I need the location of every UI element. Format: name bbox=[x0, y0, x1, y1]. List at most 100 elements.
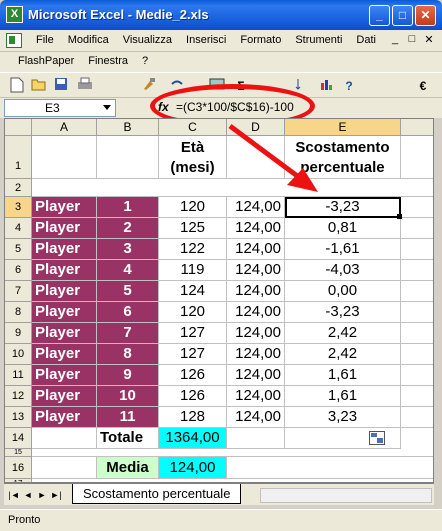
maximize-button[interactable]: □ bbox=[392, 5, 413, 26]
cell-a16[interactable] bbox=[32, 457, 97, 479]
player-name-cell[interactable]: Player bbox=[32, 281, 97, 302]
player-number-cell[interactable]: 5 bbox=[97, 281, 159, 302]
menu-help[interactable]: ? bbox=[142, 55, 148, 67]
player-number-cell[interactable]: 11 bbox=[97, 407, 159, 428]
player-name-cell[interactable]: Player bbox=[32, 365, 97, 386]
media-cell[interactable]: 124,00 bbox=[227, 260, 285, 281]
scostamento-cell[interactable]: 0,00 bbox=[285, 281, 401, 302]
player-number-cell[interactable]: 2 bbox=[97, 218, 159, 239]
menu-strumenti[interactable]: Strumenti bbox=[295, 34, 342, 46]
scostamento-cell[interactable]: 1,61 bbox=[285, 386, 401, 407]
totale-value[interactable]: 1364,00 bbox=[159, 428, 227, 449]
player-name-cell[interactable]: Player bbox=[32, 302, 97, 323]
eta-cell[interactable]: 124 bbox=[159, 281, 227, 302]
empty-cell[interactable] bbox=[401, 344, 433, 365]
row-header-2[interactable]: 2 bbox=[5, 179, 32, 197]
row-header-14[interactable]: 14 bbox=[5, 428, 32, 449]
eta-cell[interactable]: 120 bbox=[159, 197, 227, 218]
row-header-1[interactable]: 1 bbox=[5, 136, 32, 179]
media-cell[interactable]: 124,00 bbox=[227, 365, 285, 386]
menu-flashpaper[interactable]: FlashPaper bbox=[18, 55, 74, 67]
cell-d1[interactable] bbox=[227, 136, 285, 179]
empty-cell[interactable] bbox=[401, 197, 433, 218]
print-icon[interactable] bbox=[76, 77, 94, 95]
player-number-cell[interactable]: 10 bbox=[97, 386, 159, 407]
excel-app-icon[interactable]: X bbox=[6, 6, 23, 23]
euro-icon[interactable]: € bbox=[414, 77, 432, 95]
minimize-button[interactable]: _ bbox=[369, 5, 390, 26]
scostamento-cell[interactable]: 2,42 bbox=[285, 323, 401, 344]
media-cell[interactable]: 124,00 bbox=[227, 239, 285, 260]
row-header-9[interactable]: 9 bbox=[5, 323, 32, 344]
media-cell[interactable]: 124,00 bbox=[227, 197, 285, 218]
player-name-cell[interactable]: Player bbox=[32, 344, 97, 365]
column-header-b[interactable]: B bbox=[97, 119, 159, 136]
empty-cell[interactable] bbox=[401, 323, 433, 344]
last-sheet-button[interactable]: ►| bbox=[50, 488, 62, 502]
empty-cell[interactable] bbox=[401, 365, 433, 386]
new-icon[interactable] bbox=[8, 77, 26, 95]
open-icon[interactable] bbox=[30, 77, 48, 95]
row-header-6[interactable]: 6 bbox=[5, 260, 32, 281]
row-header-8[interactable]: 8 bbox=[5, 302, 32, 323]
eta-cell[interactable]: 126 bbox=[159, 386, 227, 407]
empty-cell[interactable] bbox=[401, 239, 433, 260]
player-name-cell[interactable]: Player bbox=[32, 218, 97, 239]
cell-b1[interactable] bbox=[97, 136, 159, 179]
scostamento-cell[interactable]: -3,23 bbox=[285, 197, 401, 218]
eta-cell[interactable]: 128 bbox=[159, 407, 227, 428]
media-label[interactable]: Media bbox=[97, 457, 159, 479]
empty-cell[interactable] bbox=[401, 302, 433, 323]
row-16-rest[interactable] bbox=[227, 457, 433, 479]
media-cell[interactable]: 124,00 bbox=[227, 386, 285, 407]
cell-a14[interactable] bbox=[32, 428, 97, 449]
media-cell[interactable]: 124,00 bbox=[227, 218, 285, 239]
brush-icon[interactable] bbox=[140, 77, 158, 95]
scostamento-cell[interactable]: 1,61 bbox=[285, 365, 401, 386]
doc-minimize-button[interactable]: _ bbox=[388, 33, 402, 47]
player-number-cell[interactable]: 1 bbox=[97, 197, 159, 218]
horizontal-scrollbar[interactable] bbox=[260, 488, 432, 503]
empty-cell[interactable] bbox=[401, 386, 433, 407]
media-cell[interactable]: 124,00 bbox=[227, 323, 285, 344]
row-2-cells[interactable] bbox=[32, 179, 433, 197]
first-sheet-button[interactable]: |◄ bbox=[8, 488, 20, 502]
cell-f1[interactable] bbox=[401, 136, 433, 179]
row-15-cells[interactable] bbox=[32, 449, 433, 457]
cell-d14[interactable] bbox=[227, 428, 285, 449]
media-cell[interactable]: 124,00 bbox=[227, 302, 285, 323]
scostamento-cell[interactable]: 2,42 bbox=[285, 344, 401, 365]
prev-sheet-button[interactable]: ◄ bbox=[22, 488, 34, 502]
cell-a1[interactable] bbox=[32, 136, 97, 179]
eta-cell[interactable]: 127 bbox=[159, 344, 227, 365]
scostamento-cell[interactable]: 0,81 bbox=[285, 218, 401, 239]
row-header-10[interactable]: 10 bbox=[5, 344, 32, 365]
row-header-11[interactable]: 11 bbox=[5, 365, 32, 386]
eta-cell[interactable]: 126 bbox=[159, 365, 227, 386]
player-number-cell[interactable]: 4 bbox=[97, 260, 159, 281]
save-icon[interactable] bbox=[52, 77, 70, 95]
media-cell[interactable]: 124,00 bbox=[227, 344, 285, 365]
eta-cell[interactable]: 119 bbox=[159, 260, 227, 281]
column-header-d[interactable]: D bbox=[227, 119, 285, 136]
row-header-4[interactable]: 4 bbox=[5, 218, 32, 239]
column-header-c[interactable]: C bbox=[159, 119, 227, 136]
empty-cell[interactable] bbox=[401, 281, 433, 302]
player-name-cell[interactable]: Player bbox=[32, 407, 97, 428]
media-value[interactable]: 124,00 bbox=[159, 457, 227, 479]
empty-cell[interactable] bbox=[401, 218, 433, 239]
paste-options-icon[interactable] bbox=[369, 431, 385, 445]
empty-cell[interactable] bbox=[401, 407, 433, 428]
doc-close-button[interactable]: ✕ bbox=[422, 33, 436, 47]
scostamento-cell[interactable]: -3,23 bbox=[285, 302, 401, 323]
player-name-cell[interactable]: Player bbox=[32, 197, 97, 218]
player-number-cell[interactable]: 3 bbox=[97, 239, 159, 260]
player-number-cell[interactable]: 6 bbox=[97, 302, 159, 323]
menu-modifica[interactable]: Modifica bbox=[68, 34, 109, 46]
eta-cell[interactable]: 125 bbox=[159, 218, 227, 239]
menu-visualizza[interactable]: Visualizza bbox=[123, 34, 172, 46]
eta-cell[interactable]: 120 bbox=[159, 302, 227, 323]
menu-inserisci[interactable]: Inserisci bbox=[186, 34, 226, 46]
scostamento-cell[interactable]: -4,03 bbox=[285, 260, 401, 281]
spreadsheet-grid[interactable]: A B C D E 1 2 3 4 5 6 7 8 9 10 11 12 13 … bbox=[4, 118, 434, 483]
